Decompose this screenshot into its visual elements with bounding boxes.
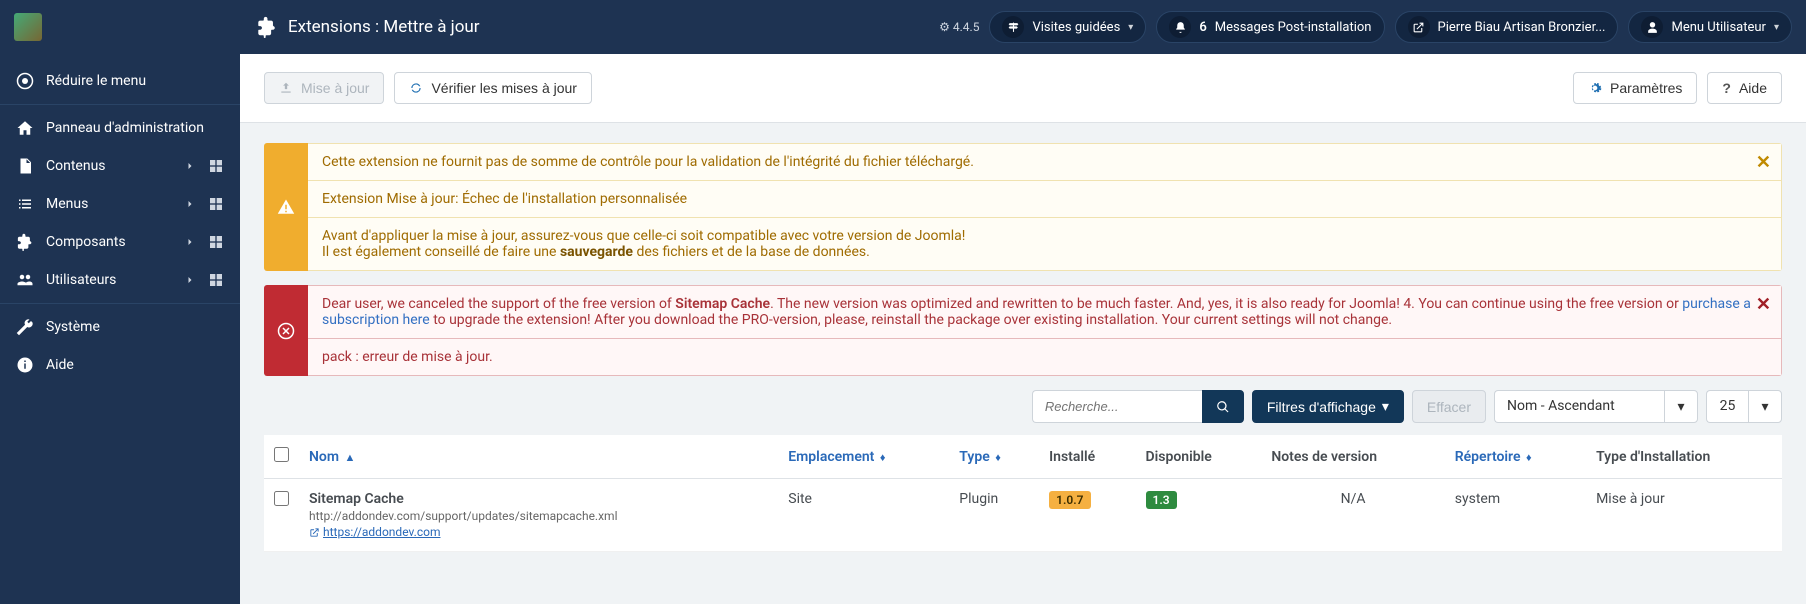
- sort-icon: ♦: [1526, 451, 1532, 464]
- gear-icon: [1588, 81, 1602, 95]
- user-icon: [1646, 21, 1659, 34]
- topbar-right: ⚙ 4.4.5 Visites guidées ▾ 6 Messages Pos…: [939, 11, 1806, 43]
- site-logo: [14, 13, 42, 41]
- homepage-link[interactable]: https://addondev.com: [323, 525, 440, 539]
- toolbar: Mise à jour Vérifier les mises à jour Pa…: [240, 54, 1806, 123]
- home-icon: [16, 119, 34, 137]
- select-all-checkbox[interactable]: [274, 447, 289, 462]
- cell-name: Sitemap Cache http://addondev.com/suppor…: [299, 479, 778, 552]
- options-button[interactable]: Paramètres: [1573, 72, 1697, 104]
- close-icon[interactable]: ✕: [1756, 152, 1771, 173]
- col-install-type: Type d'Installation: [1586, 435, 1782, 479]
- cell-install-type: Mise à jour: [1586, 479, 1782, 552]
- cell-type: Plugin: [949, 479, 1039, 552]
- alert-message: Avant d'appliquer la mise à jour, assure…: [308, 218, 1781, 270]
- warning-icon: [277, 198, 295, 216]
- sidebar-item-components[interactable]: Composants: [0, 223, 240, 261]
- col-folder[interactable]: Répertoire ♦: [1445, 435, 1586, 479]
- file-icon: [16, 157, 34, 175]
- search-icon: [1216, 400, 1230, 414]
- close-icon[interactable]: ✕: [1756, 294, 1771, 315]
- row-checkbox[interactable]: [274, 491, 289, 506]
- version-badge[interactable]: ⚙ 4.4.5: [939, 20, 979, 34]
- col-installed: Installé: [1039, 435, 1135, 479]
- clear-filters-button[interactable]: Effacer: [1412, 390, 1486, 423]
- cell-notes: N/A: [1261, 479, 1444, 552]
- cell-folder: system: [1445, 479, 1586, 552]
- toggle-icon: [16, 72, 34, 90]
- sidebar-item-menus[interactable]: Menus: [0, 185, 240, 223]
- cell-available: 1.3: [1136, 479, 1262, 552]
- alert-message: Extension Mise à jour: Échec de l'instal…: [308, 181, 1781, 218]
- sidebar-item-users[interactable]: Utilisateurs: [0, 261, 240, 299]
- logo-cell[interactable]: [0, 5, 240, 49]
- filter-bar: Filtres d'affichage▾ Effacer Nom - Ascen…: [264, 390, 1782, 423]
- sort-asc-icon: ▲: [344, 451, 355, 464]
- cell-installed: 1.0.7: [1039, 479, 1135, 552]
- upload-icon: [279, 81, 293, 95]
- info-icon: [16, 356, 34, 374]
- update-button[interactable]: Mise à jour: [264, 72, 384, 104]
- help-button[interactable]: ? Aide: [1707, 72, 1782, 104]
- cell-location: Site: [778, 479, 949, 552]
- sidebar-item-content[interactable]: Contenus: [0, 147, 240, 185]
- col-type[interactable]: Type ♦: [949, 435, 1039, 479]
- external-link-icon: [1412, 21, 1425, 34]
- col-location[interactable]: Emplacement ♦: [778, 435, 949, 479]
- check-updates-button[interactable]: Vérifier les mises à jour: [394, 72, 592, 104]
- sort-icon: ♦: [995, 451, 1001, 464]
- updates-table: Nom ▲ Emplacement ♦ Type ♦ Installé Disp…: [264, 435, 1782, 552]
- dashboard-icon[interactable]: [208, 234, 224, 250]
- guided-tours-button[interactable]: Visites guidées ▾: [989, 11, 1146, 43]
- chevron-right-icon: [184, 236, 196, 248]
- page-title: Extensions : Mettre à jour: [288, 17, 480, 37]
- sort-icon: ♦: [880, 451, 886, 464]
- map-signs-icon: [1007, 21, 1020, 34]
- sidebar-item-help[interactable]: Aide: [0, 346, 240, 384]
- alert-warning: ✕ Cette extension ne fournit pas de somm…: [264, 143, 1782, 271]
- search-input[interactable]: [1032, 390, 1202, 423]
- bell-icon: [1174, 21, 1187, 34]
- sidebar-toggle[interactable]: Réduire le menu: [0, 62, 240, 100]
- search-button[interactable]: [1202, 390, 1244, 423]
- external-link-icon: [309, 527, 320, 538]
- frontend-link-button[interactable]: Pierre Biau Artisan Bronzier...: [1395, 11, 1619, 43]
- alert-message: Cette extension ne fournit pas de somme …: [308, 144, 1781, 181]
- refresh-icon: [409, 81, 423, 95]
- topbar: Extensions : Mettre à jour ⚙ 4.4.5 Visit…: [0, 0, 1806, 54]
- alert-error: ✕ Dear user, we canceled the support of …: [264, 285, 1782, 376]
- dashboard-icon[interactable]: [208, 272, 224, 288]
- question-icon: ?: [1722, 80, 1731, 96]
- col-notes: Notes de version: [1261, 435, 1444, 479]
- alert-message: pack : erreur de mise à jour.: [308, 339, 1781, 375]
- dashboard-icon[interactable]: [208, 158, 224, 174]
- users-icon: [16, 271, 34, 289]
- sidebar-item-system[interactable]: Système: [0, 308, 240, 346]
- sort-select[interactable]: Nom - Ascendant ▾: [1494, 390, 1698, 423]
- filter-options-button[interactable]: Filtres d'affichage▾: [1252, 390, 1404, 423]
- wrench-icon: [16, 318, 34, 336]
- chevron-down-icon: ▾: [1748, 390, 1782, 423]
- col-available: Disponible: [1136, 435, 1262, 479]
- table-row: Sitemap Cache http://addondev.com/suppor…: [264, 479, 1782, 552]
- puzzle-icon: [16, 233, 34, 251]
- page-title-area: Extensions : Mettre à jour: [240, 16, 496, 38]
- post-install-button[interactable]: 6 Messages Post-installation: [1156, 11, 1384, 43]
- main: Mise à jour Vérifier les mises à jour Pa…: [240, 54, 1806, 604]
- dashboard-icon[interactable]: [208, 196, 224, 212]
- chevron-down-icon: ▾: [1664, 390, 1698, 423]
- user-menu-button[interactable]: Menu Utilisateur ▾: [1628, 11, 1792, 43]
- alert-message: Dear user, we canceled the support of th…: [308, 286, 1781, 339]
- limit-select[interactable]: 25 ▾: [1706, 390, 1782, 423]
- list-icon: [16, 195, 34, 213]
- chevron-right-icon: [184, 274, 196, 286]
- sidebar: Réduire le menu Panneau d'administration…: [0, 54, 240, 604]
- puzzle-icon: [256, 16, 278, 38]
- col-name[interactable]: Nom ▲: [299, 435, 778, 479]
- error-icon: [277, 322, 295, 340]
- chevron-right-icon: [184, 160, 196, 172]
- chevron-right-icon: [184, 198, 196, 210]
- sidebar-item-dashboard[interactable]: Panneau d'administration: [0, 109, 240, 147]
